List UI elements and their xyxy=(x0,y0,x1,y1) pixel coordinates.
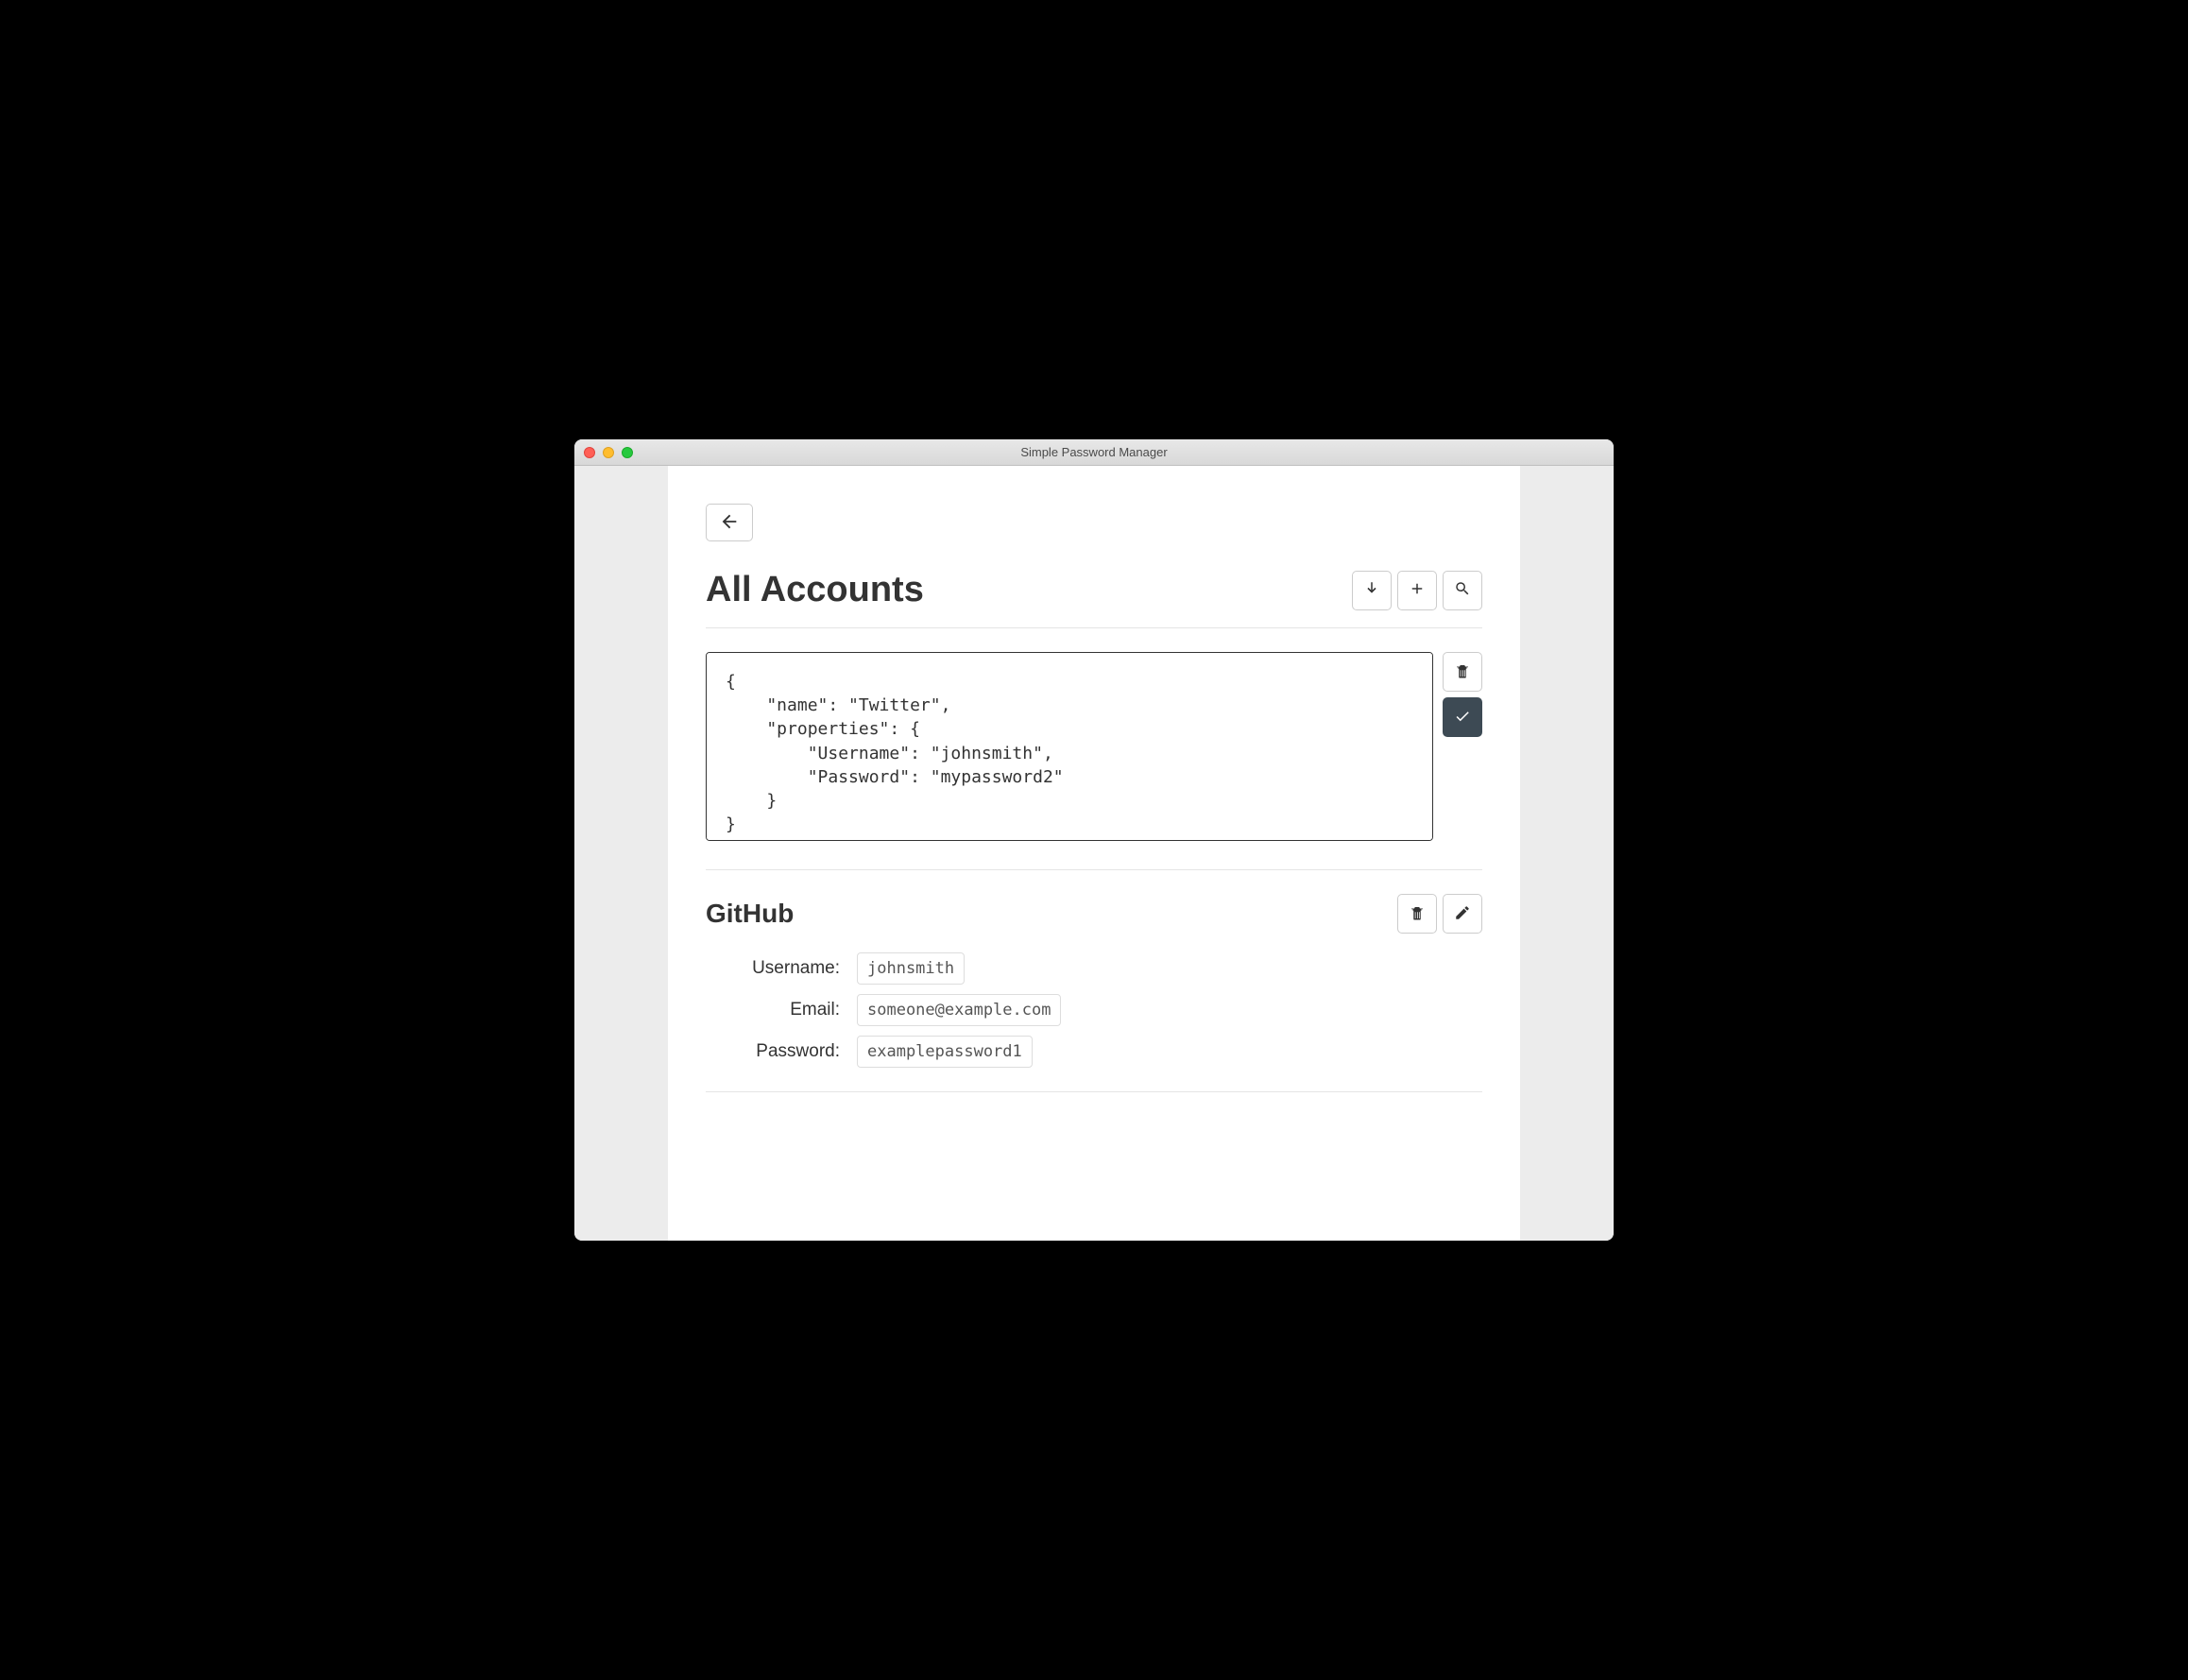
download-icon xyxy=(1363,580,1380,600)
titlebar: Simple Password Manager xyxy=(574,439,1614,466)
add-button[interactable] xyxy=(1397,571,1437,610)
header-actions xyxy=(1352,571,1482,610)
divider xyxy=(706,869,1482,870)
page-title: All Accounts xyxy=(706,570,924,610)
divider xyxy=(706,1091,1482,1092)
account-title: GitHub xyxy=(706,899,794,929)
account-actions xyxy=(1397,894,1482,934)
app-body: All Accounts xyxy=(574,466,1614,1241)
trash-icon xyxy=(1454,662,1471,682)
account-block: GitHub xyxy=(706,894,1482,1068)
trash-icon xyxy=(1409,904,1426,924)
account-header: GitHub xyxy=(706,894,1482,934)
prop-value[interactable]: someone@example.com xyxy=(857,994,1061,1026)
delete-account-button[interactable] xyxy=(1397,894,1437,934)
pencil-icon xyxy=(1454,904,1471,924)
plus-icon xyxy=(1409,580,1426,600)
prop-row: Username: johnsmith xyxy=(706,952,1482,985)
back-button[interactable] xyxy=(706,504,753,541)
edit-actions xyxy=(1443,652,1482,737)
edit-account-button[interactable] xyxy=(1443,894,1482,934)
prop-value[interactable]: examplepassword1 xyxy=(857,1036,1033,1068)
prop-label: Email: xyxy=(706,1000,857,1020)
check-icon xyxy=(1454,708,1471,728)
search-icon xyxy=(1454,580,1471,600)
props-table: Username: johnsmith Email: someone@examp… xyxy=(706,952,1482,1068)
edit-area xyxy=(706,652,1482,841)
prop-label: Username: xyxy=(706,958,857,979)
page-header: All Accounts xyxy=(706,570,1482,628)
prop-label: Password: xyxy=(706,1041,857,1062)
maximize-window-button[interactable] xyxy=(622,447,633,458)
minimize-window-button[interactable] xyxy=(603,447,614,458)
confirm-edit-button[interactable] xyxy=(1443,697,1482,737)
prop-value[interactable]: johnsmith xyxy=(857,952,965,985)
download-button[interactable] xyxy=(1352,571,1392,610)
traffic-lights xyxy=(584,447,633,458)
prop-row: Email: someone@example.com xyxy=(706,994,1482,1026)
arrow-left-icon xyxy=(719,511,740,535)
close-window-button[interactable] xyxy=(584,447,595,458)
content-container: All Accounts xyxy=(668,466,1520,1241)
search-button[interactable] xyxy=(1443,571,1482,610)
prop-row: Password: examplepassword1 xyxy=(706,1036,1482,1068)
delete-edit-button[interactable] xyxy=(1443,652,1482,692)
app-window: Simple Password Manager All Accounts xyxy=(574,439,1614,1241)
window-title: Simple Password Manager xyxy=(574,445,1614,459)
json-editor[interactable] xyxy=(706,652,1433,841)
